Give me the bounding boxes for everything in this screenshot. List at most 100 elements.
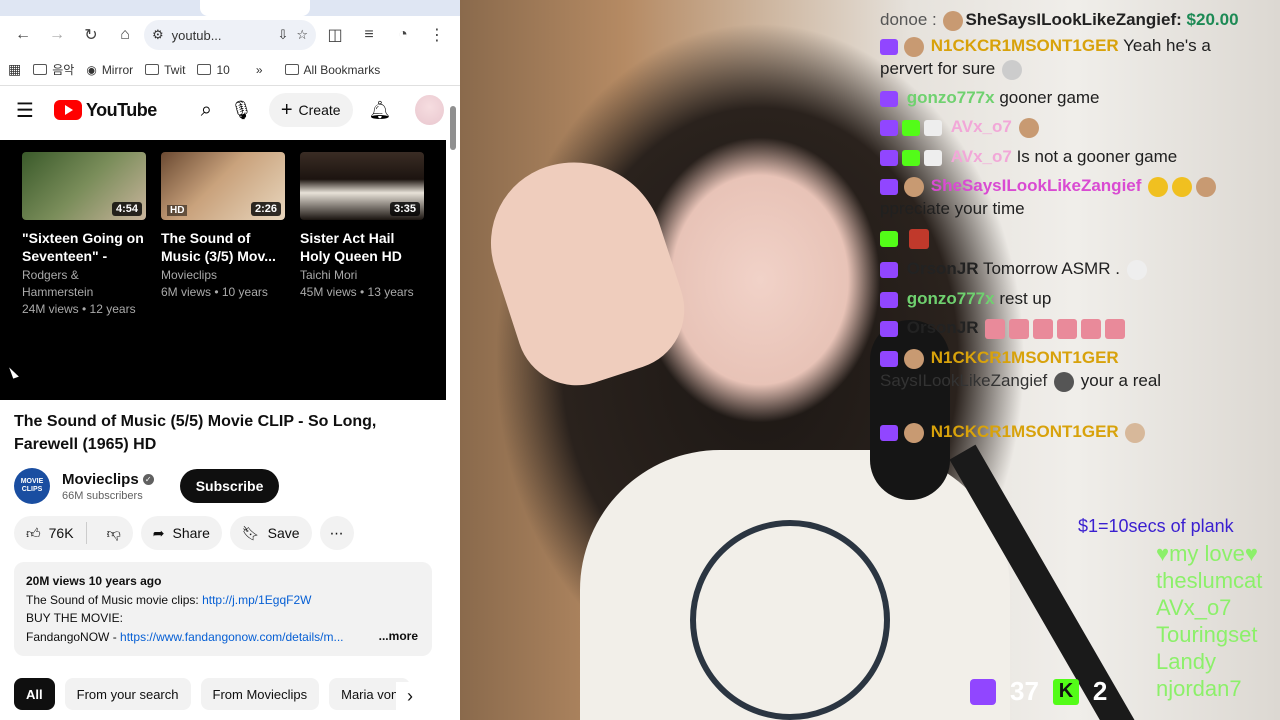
chat-text: ppreciate your time bbox=[880, 199, 1025, 218]
emote-icon bbox=[1196, 176, 1217, 197]
bookmark-label: 10 bbox=[216, 62, 230, 77]
profile-icon[interactable]: ◔ bbox=[388, 20, 418, 50]
chevron-right-icon[interactable]: › bbox=[396, 682, 424, 710]
forward-icon[interactable]: → bbox=[42, 20, 72, 50]
menu-icon[interactable]: ⋮ bbox=[422, 20, 452, 50]
chat-username: gonzo777x bbox=[906, 289, 995, 308]
endcard-video[interactable]: 3:35 Sister Act Hail Holy Queen HD Taich… bbox=[300, 152, 424, 301]
chat-message: N1CKCR1MSONT1GER Yeah he's a bbox=[880, 34, 1270, 58]
twitch-badge-icon bbox=[880, 291, 898, 308]
endcard-channel: Rodgers & Hammerstein bbox=[22, 268, 94, 299]
install-icon[interactable]: ⇩ bbox=[277, 27, 288, 43]
channel-avatar[interactable]: MOVIE CLIPS bbox=[14, 468, 50, 504]
bookmark-10[interactable]: 10 bbox=[197, 62, 230, 77]
site-settings-icon[interactable]: ⚙ bbox=[152, 27, 164, 43]
description-text: The Sound of Music movie clips: bbox=[26, 592, 203, 607]
scrollbar-thumb[interactable] bbox=[450, 106, 456, 150]
bookmark-label: All Bookmarks bbox=[303, 62, 381, 77]
home-icon[interactable]: ⌂ bbox=[110, 20, 140, 50]
chat-message: pervert for sure bbox=[880, 57, 1270, 81]
youtube-logo[interactable]: YouTube bbox=[53, 100, 157, 121]
tab-strip bbox=[0, 0, 460, 16]
browser-window: ← → ↻ ⌂ ⚙ youtub... ⇩ ☆ ◫ ≡ ◔ ⋮ ▦ 음악 ◉ Mi… bbox=[0, 0, 460, 720]
emote-icon bbox=[1009, 318, 1030, 339]
description-box[interactable]: 20M views 10 years ago The Sound of Musi… bbox=[14, 562, 432, 656]
save-button[interactable]: 🔖︎ Save bbox=[229, 516, 312, 550]
chat-text: Is not a gooner game bbox=[1016, 147, 1178, 166]
reload-icon[interactable]: ↻ bbox=[76, 20, 106, 50]
chat-text: pervert for sure bbox=[880, 59, 996, 78]
dislike-button[interactable]: 👎︎ bbox=[95, 525, 133, 542]
video-player[interactable]: 4:54 "Sixteen Going on Seventeen" - The.… bbox=[0, 140, 446, 400]
plus-icon: + bbox=[280, 98, 293, 121]
endcard-channel: Taichi Mori bbox=[300, 268, 358, 282]
like-button[interactable]: 👍︎ 76K bbox=[14, 522, 87, 544]
view-stats: 20M views 10 years ago bbox=[26, 574, 162, 588]
hamburger-menu-icon[interactable]: ☰ bbox=[16, 98, 34, 123]
channel-name[interactable]: Movieclips ✓ bbox=[62, 471, 154, 488]
chat-message: ppreciate your time bbox=[880, 197, 1270, 221]
chip-all[interactable]: All bbox=[14, 678, 55, 710]
duration-badge: 4:54 bbox=[111, 202, 142, 216]
apps-grid-icon[interactable]: ▦ bbox=[8, 61, 21, 78]
endcard-video[interactable]: 4:54 "Sixteen Going on Seventeen" - The.… bbox=[22, 152, 146, 318]
channel-info: Movieclips ✓ 66M subscribers bbox=[62, 471, 154, 502]
thumbs-down-icon: 👎︎ bbox=[106, 524, 121, 541]
sub-badge-icon bbox=[902, 149, 920, 166]
share-button[interactable]: ➦ Share bbox=[140, 516, 222, 550]
chip-from-search[interactable]: From your search bbox=[64, 678, 191, 710]
chat-message bbox=[880, 226, 1270, 250]
chat-message: N1CKCR1MSONT1GER bbox=[880, 346, 1270, 370]
more-actions-button[interactable]: ⋯ bbox=[319, 516, 354, 550]
bookmarks-overflow[interactable]: » bbox=[256, 63, 263, 77]
page-scrollbar[interactable] bbox=[449, 92, 457, 720]
description-link[interactable]: http://j.mp/1EgqF2W bbox=[202, 593, 311, 607]
create-button[interactable]: + Create bbox=[268, 93, 353, 127]
endcard-video[interactable]: HD 2:26 The Sound of Music (3/5) Mov... … bbox=[161, 152, 285, 301]
bookmark-mirror[interactable]: ◉ Mirror bbox=[86, 63, 133, 77]
search-icon[interactable]: ⌕ bbox=[201, 99, 212, 122]
address-bar-row: ← → ↻ ⌂ ⚙ youtub... ⇩ ☆ ◫ ≡ ◔ ⋮ bbox=[0, 16, 460, 54]
chat-username: N1CKCR1MSONT1GER bbox=[930, 348, 1119, 367]
bookmark-label: Mirror bbox=[101, 62, 134, 77]
globe-icon: ◉ bbox=[86, 62, 97, 77]
description-link[interactable]: https://www.fandangonow.com/details/m... bbox=[120, 630, 343, 644]
donor-name: theslumcat bbox=[1156, 568, 1263, 593]
show-more-button[interactable]: ...more bbox=[379, 627, 418, 646]
omnibox[interactable]: ⚙ youtub... ⇩ ☆ bbox=[144, 20, 316, 50]
chat-message: OrsonJR bbox=[880, 316, 1270, 340]
extensions-icon[interactable]: ◫ bbox=[320, 20, 350, 50]
emote-icon bbox=[1057, 318, 1078, 339]
share-icon: ➦ bbox=[152, 524, 165, 541]
active-tab[interactable] bbox=[200, 0, 310, 16]
endcard-meta: 45M views • 13 years bbox=[300, 285, 414, 299]
bookmark-music[interactable]: 음악 bbox=[33, 61, 74, 78]
notifications-bell-icon[interactable]: 🔔︎ bbox=[369, 100, 392, 121]
twitch-viewer-count: 37 bbox=[1010, 676, 1039, 706]
emote-icon bbox=[904, 422, 924, 443]
emote-icon bbox=[904, 348, 924, 369]
media-controls-icon[interactable]: ≡ bbox=[354, 20, 384, 50]
endcard-channel: Movieclips bbox=[161, 268, 218, 282]
bookmark-twit[interactable]: Twit bbox=[145, 63, 185, 77]
microphone-icon[interactable]: 🎙︎ bbox=[230, 100, 253, 121]
video-title: The Sound of Music (5/5) Movie CLIP - So… bbox=[14, 413, 377, 453]
back-icon[interactable]: ← bbox=[8, 20, 38, 50]
subscribe-button[interactable]: Subscribe bbox=[179, 469, 280, 503]
chat-text: gooner game bbox=[999, 88, 1100, 107]
endcard-title: "Sixteen Going on Seventeen" - The... bbox=[22, 230, 144, 264]
account-avatar[interactable] bbox=[415, 95, 444, 125]
chat-message: gonzo777x rest up bbox=[880, 287, 1270, 311]
emote-icon bbox=[1081, 318, 1102, 339]
all-bookmarks[interactable]: All Bookmarks bbox=[284, 62, 381, 77]
channel-row: MOVIE CLIPS Movieclips ✓ 66M subscribers… bbox=[14, 466, 444, 506]
bookmark-star-icon[interactable]: ☆ bbox=[296, 27, 308, 43]
endcard-meta: 24M views • 12 years bbox=[22, 302, 136, 316]
emote-icon bbox=[1126, 259, 1147, 280]
emote-icon bbox=[1105, 318, 1126, 339]
chat-text: donoe : bbox=[880, 10, 937, 29]
chat-message: donoe : SheSaysILookLikeZangief: $20.00 bbox=[880, 8, 1270, 32]
description-line: BUY THE MOVIE: bbox=[26, 611, 123, 625]
chip-from-movieclips[interactable]: From Movieclips bbox=[200, 678, 320, 710]
thumbs-up-icon: 👍︎ bbox=[26, 524, 41, 541]
